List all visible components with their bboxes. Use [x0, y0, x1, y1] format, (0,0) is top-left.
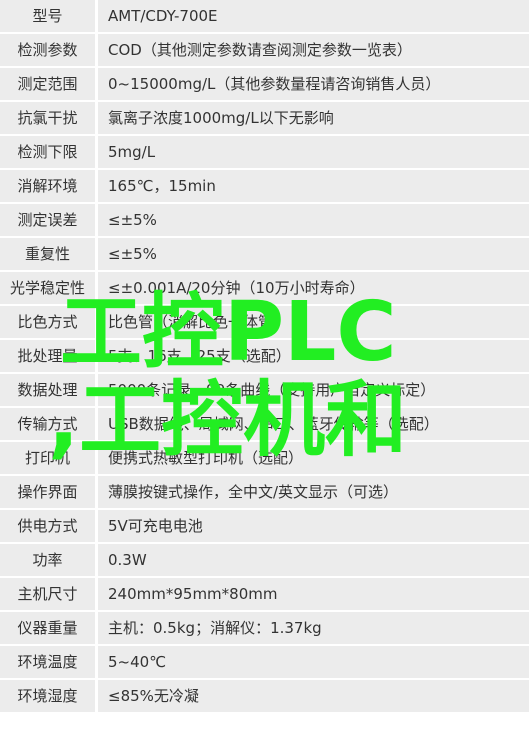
table-row: 检测参数 COD（其他测定参数请查阅测定参数一览表）	[0, 34, 529, 66]
row-label: 环境湿度	[0, 680, 95, 712]
row-value: 5支、16支、25支（选配）	[98, 340, 529, 372]
table-row: 检测下限 5mg/L	[0, 136, 529, 168]
row-label: 操作界面	[0, 476, 95, 508]
row-value: COD（其他测定参数请查阅测定参数一览表）	[98, 34, 529, 66]
row-value: 便携式热敏型打印机（选配）	[98, 442, 529, 474]
table-row: 环境湿度 ≤85%无冷凝	[0, 680, 529, 712]
row-label: 测定范围	[0, 68, 95, 100]
row-value: ≤85%无冷凝	[98, 680, 529, 712]
table-row: 消解环境 165℃，15min	[0, 170, 529, 202]
row-value: 5~40℃	[98, 646, 529, 678]
row-label: 型号	[0, 0, 95, 32]
row-value: 比色管（消解比色一体管）	[98, 306, 529, 338]
table-row: 测定误差 ≤±5%	[0, 204, 529, 236]
row-label: 测定误差	[0, 204, 95, 236]
row-label: 检测参数	[0, 34, 95, 66]
row-value: 氯离子浓度1000mg/L以下无影响	[98, 102, 529, 134]
table-row: 测定范围 0~15000mg/L（其他参数量程请咨询销售人员）	[0, 68, 529, 100]
row-value: 5V可充电电池	[98, 510, 529, 542]
row-label: 检测下限	[0, 136, 95, 168]
row-label: 重复性	[0, 238, 95, 270]
row-value: 165℃，15min	[98, 170, 529, 202]
table-row: 数据处理 5000条记录、99条曲线（支持用户自定义标定）	[0, 374, 529, 406]
row-value: ≤±0.001A/20分钟（10万小时寿命）	[98, 272, 529, 304]
table-row: 环境温度 5~40℃	[0, 646, 529, 678]
table-row: 仪器重量 主机：0.5kg；消解仪：1.37kg	[0, 612, 529, 644]
row-label: 批处理量	[0, 340, 95, 372]
table-row: 批处理量 5支、16支、25支（选配）	[0, 340, 529, 372]
table-row: 比色方式 比色管（消解比色一体管）	[0, 306, 529, 338]
row-value: 薄膜按键式操作，全中文/英文显示（可选）	[98, 476, 529, 508]
row-label: 消解环境	[0, 170, 95, 202]
row-value: 5mg/L	[98, 136, 529, 168]
row-label: 环境温度	[0, 646, 95, 678]
row-value: 主机：0.5kg；消解仪：1.37kg	[98, 612, 529, 644]
table-row: 型号 AMT/CDY-700E	[0, 0, 529, 32]
row-label: 功率	[0, 544, 95, 576]
row-label: 主机尺寸	[0, 578, 95, 610]
row-value: USB数据线、局域网、串口、蓝牙传输等（选配）	[98, 408, 529, 440]
table-row: 抗氯干扰 氯离子浓度1000mg/L以下无影响	[0, 102, 529, 134]
row-label: 抗氯干扰	[0, 102, 95, 134]
row-value: 240mm*95mm*80mm	[98, 578, 529, 610]
row-label: 传输方式	[0, 408, 95, 440]
table-row: 主机尺寸 240mm*95mm*80mm	[0, 578, 529, 610]
table-row: 操作界面 薄膜按键式操作，全中文/英文显示（可选）	[0, 476, 529, 508]
table-row: 光学稳定性 ≤±0.001A/20分钟（10万小时寿命）	[0, 272, 529, 304]
spec-table: 型号 AMT/CDY-700E 检测参数 COD（其他测定参数请查阅测定参数一览表）测…	[0, 0, 529, 714]
row-label: 比色方式	[0, 306, 95, 338]
row-label: 仪器重量	[0, 612, 95, 644]
row-value: 0.3W	[98, 544, 529, 576]
table-row: 重复性 ≤±5%	[0, 238, 529, 270]
row-value: AMT/CDY-700E	[98, 0, 529, 32]
row-value: ≤±5%	[98, 204, 529, 236]
table-row: 供电方式 5V可充电电池	[0, 510, 529, 542]
row-label: 供电方式	[0, 510, 95, 542]
table-row: 传输方式 USB数据线、局域网、串口、蓝牙传输等（选配）	[0, 408, 529, 440]
table-row: 功率 0.3W	[0, 544, 529, 576]
row-value: ≤±5%	[98, 238, 529, 270]
row-label: 打印机	[0, 442, 95, 474]
row-label: 数据处理	[0, 374, 95, 406]
row-value: 5000条记录、99条曲线（支持用户自定义标定）	[98, 374, 529, 406]
table-row: 打印机 便携式热敏型打印机（选配）	[0, 442, 529, 474]
row-value: 0~15000mg/L（其他参数量程请咨询销售人员）	[98, 68, 529, 100]
row-label: 光学稳定性	[0, 272, 95, 304]
